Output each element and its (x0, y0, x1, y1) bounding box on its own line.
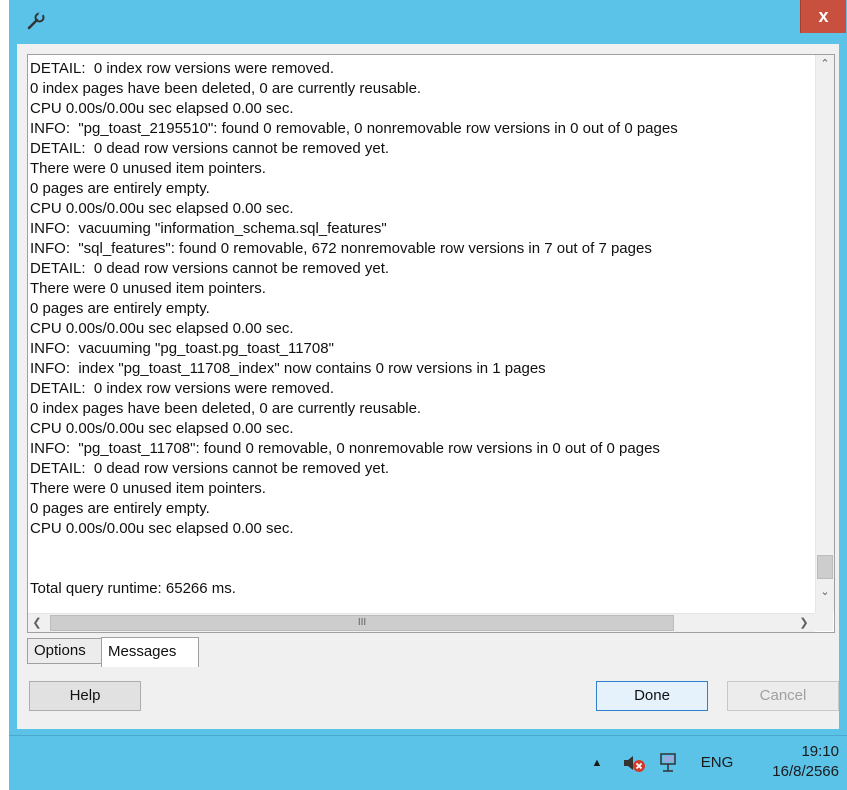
log-line: 0 pages are entirely empty. (30, 180, 210, 197)
network-icon[interactable] (654, 736, 684, 790)
messages-panel[interactable]: DETAIL: 0 index row versions were remove… (27, 54, 835, 633)
log-line: CPU 0.00s/0.00u sec elapsed 0.00 sec. (30, 100, 294, 117)
wrench-icon (25, 10, 47, 32)
vertical-scroll-thumb[interactable] (817, 555, 833, 579)
taskbar: ▲ ENG 19:10 16/8/2566 (9, 735, 847, 790)
title-bar[interactable]: x (9, 0, 847, 44)
clock-date: 16/8/2566 (772, 763, 839, 780)
log-line: There were 0 unused item pointers. (30, 280, 266, 297)
scrollbar-corner (815, 613, 833, 631)
log-line: INFO: "pg_toast_2195510": found 0 remova… (30, 120, 678, 137)
log-line: INFO: "pg_toast_11708": found 0 removabl… (30, 440, 660, 457)
log-line: CPU 0.00s/0.00u sec elapsed 0.00 sec. (30, 520, 294, 537)
log-line: INFO: vacuuming "pg_toast.pg_toast_11708… (30, 340, 334, 357)
speaker-muted-icon[interactable] (619, 736, 649, 790)
messages-log: DETAIL: 0 index row versions were remove… (30, 59, 810, 607)
dialog-body: DETAIL: 0 index row versions were remove… (17, 44, 839, 729)
scroll-right-icon[interactable]: ❯ (795, 614, 813, 632)
log-line: DETAIL: 0 dead row versions cannot be re… (30, 140, 390, 157)
log-line: Total query runtime: 65266 ms. (30, 580, 236, 597)
log-line: There were 0 unused item pointers. (30, 160, 266, 177)
tab-messages[interactable]: Messages (101, 637, 199, 667)
log-line: 0 index pages have been deleted, 0 are c… (30, 400, 422, 417)
dialog-window: x DETAIL: 0 index row versions were remo… (9, 0, 847, 735)
scroll-left-icon[interactable]: ❮ (28, 614, 46, 632)
log-line: INFO: "sql_features": found 0 removable,… (30, 240, 652, 257)
log-line: CPU 0.00s/0.00u sec elapsed 0.00 sec. (30, 320, 294, 337)
log-line: DETAIL: 0 index row versions were remove… (30, 60, 335, 77)
clock[interactable]: 19:10 16/8/2566 (749, 742, 839, 782)
scroll-up-icon[interactable]: ⌃ (816, 55, 834, 73)
log-line: There were 0 unused item pointers. (30, 480, 266, 497)
log-line: DETAIL: 0 dead row versions cannot be re… (30, 460, 390, 477)
cancel-button[interactable]: Cancel (727, 681, 839, 711)
log-line: INFO: index "pg_toast_11708_index" now c… (30, 360, 546, 377)
log-line: DETAIL: 0 dead row versions cannot be re… (30, 260, 390, 277)
tab-options[interactable]: Options (27, 638, 101, 664)
language-indicator[interactable]: ENG (695, 736, 739, 790)
show-hidden-icons-icon[interactable]: ▲ (587, 736, 607, 790)
vertical-scrollbar[interactable]: ⌃ ⌄ (815, 55, 834, 613)
log-line: 0 pages are entirely empty. (30, 300, 210, 317)
horizontal-scrollbar[interactable]: ❮ III ❯ (28, 613, 815, 632)
clock-time: 19:10 (801, 743, 839, 760)
log-line: 0 index pages have been deleted, 0 are c… (30, 80, 422, 97)
horizontal-scroll-thumb[interactable]: III (50, 615, 674, 631)
scroll-down-icon[interactable]: ⌄ (816, 583, 834, 601)
log-line: CPU 0.00s/0.00u sec elapsed 0.00 sec. (30, 200, 294, 217)
log-line: INFO: vacuuming "information_schema.sql_… (30, 220, 387, 237)
tab-bar: Options Messages (27, 637, 833, 668)
help-button[interactable]: Help (29, 681, 141, 711)
log-line: DETAIL: 0 index row versions were remove… (30, 380, 335, 397)
log-line: 0 pages are entirely empty. (30, 500, 210, 517)
close-button[interactable]: x (800, 0, 846, 33)
done-button[interactable]: Done (596, 681, 708, 711)
log-line: CPU 0.00s/0.00u sec elapsed 0.00 sec. (30, 420, 294, 437)
